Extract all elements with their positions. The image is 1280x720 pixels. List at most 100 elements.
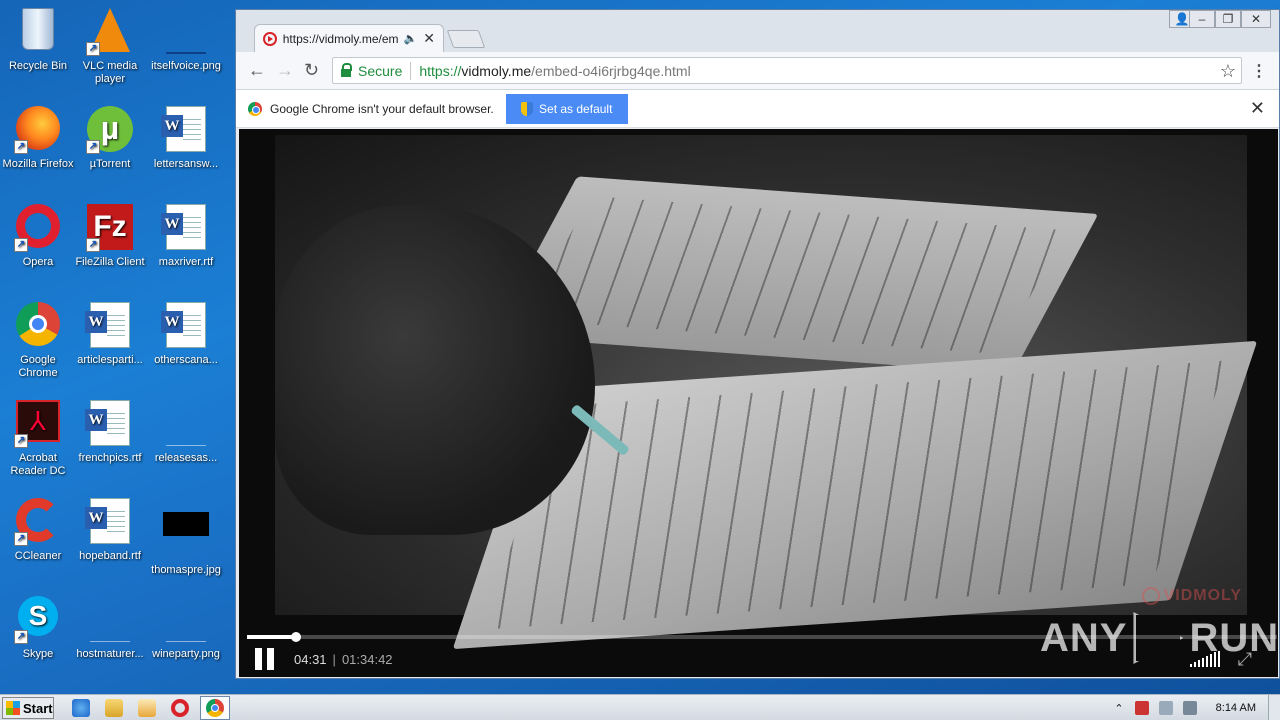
browser-tab[interactable]: https://vidmoly.me/emb 🔈 ✕ (254, 24, 444, 52)
desktop-icon-label: Acrobat Reader DC (10, 452, 66, 477)
start-button[interactable]: Start (2, 697, 54, 719)
window-controls: – ❐ ✕ (1189, 10, 1271, 28)
file-explorer-icon[interactable] (105, 699, 123, 717)
browser-toolbar: ← → ↻ Secure https:// vidmoly.me /embed-… (236, 52, 1279, 90)
chrome-window: https://vidmoly.me/emb 🔈 ✕ 👤 – ❐ ✕ ← → ↻… (235, 9, 1280, 679)
acrobat-icon: ⅄ ↗ (14, 400, 62, 448)
address-bar[interactable]: Secure https:// vidmoly.me /embed-o4i6rj… (332, 57, 1242, 84)
desktop-icon-hostmaturer[interactable]: hostmaturer... (72, 596, 148, 661)
desktop-icon-articlesparti[interactable]: W articlesparti... (72, 302, 148, 367)
url-host: vidmoly.me (461, 62, 532, 79)
address-divider (410, 61, 412, 80)
show-desktop-button[interactable] (1268, 695, 1280, 720)
clock[interactable]: 8:14 AM (1216, 702, 1256, 714)
desktop-icon-otherscana[interactable]: W otherscana... (148, 302, 224, 367)
chrome-taskbar-icon (206, 699, 224, 717)
desktop-icon-firefox[interactable]: ↗ Mozilla Firefox (0, 106, 76, 171)
word-document-icon: W (85, 302, 134, 350)
desktop-icon-filezilla[interactable]: Fz ↗ FileZilla Client (72, 204, 148, 269)
desktop-icon-label: maxriver.rtf (158, 256, 214, 268)
desktop-icon-recycle-bin[interactable]: Recycle Bin (0, 8, 76, 73)
vidmoly-favicon-icon (263, 31, 277, 46)
vidmoly-logo-icon (1141, 587, 1160, 605)
file-icon (162, 400, 210, 448)
action-center-icon[interactable] (1134, 701, 1149, 715)
desktop-icon-thomaspre[interactable]: thomaspre.jpg (148, 498, 224, 577)
desktop-icon-chrome[interactable]: Google Chrome (0, 302, 76, 380)
desktop-icon-label: lettersansw... (153, 158, 219, 170)
pause-button[interactable] (255, 648, 274, 670)
forward-arrow-icon[interactable]: → (276, 60, 294, 81)
word-document-icon: W (161, 106, 210, 154)
default-browser-infobar: Google Chrome isn't your default browser… (236, 90, 1279, 128)
vlc-icon: ↗ (86, 8, 134, 56)
infobar-message: Google Chrome isn't your default browser… (270, 101, 494, 116)
desktop-icon-wineparty[interactable]: wineparty.png (148, 596, 224, 661)
utorrent-icon: µ ↗ (86, 106, 134, 154)
skype-icon: S ↗ (14, 596, 62, 644)
chrome-icon (248, 101, 262, 116)
desktop-icon-label: articlesparti... (77, 354, 143, 366)
desktop-icon-label: frenchpics.rtf (78, 452, 142, 464)
new-tab-button[interactable] (446, 30, 486, 48)
start-label: Start (23, 700, 53, 716)
video-player[interactable]: VIDMOLY 04:31 | 01:34:42 ⤢ (239, 129, 1278, 677)
network-icon[interactable] (1158, 701, 1173, 715)
image-file-icon (162, 8, 210, 56)
desktop-icon-label: FileZilla Client (75, 256, 145, 268)
desktop-icon-label: hopeband.rtf (79, 550, 141, 562)
set-as-default-button[interactable]: Set as default (505, 93, 628, 124)
pause-icon (255, 648, 262, 670)
url-scheme: https:// (419, 62, 462, 79)
desktop-icon-ccleaner[interactable]: ↗ CCleaner (0, 498, 76, 563)
shield-icon (521, 101, 534, 116)
recycle-bin-icon (14, 8, 62, 56)
time-separator: | (332, 651, 336, 667)
set-as-default-label: Set as default (539, 101, 613, 116)
tray-expand-icon[interactable]: ⌃ (1114, 702, 1123, 715)
desktop-icon-utorrent[interactable]: µ ↗ µTorrent (72, 106, 148, 171)
ccleaner-icon: ↗ (14, 498, 62, 546)
desktop-icon-label: otherscana... (154, 354, 218, 366)
windows-logo-icon (6, 701, 20, 715)
desktop-icon-label: Opera (22, 256, 54, 268)
infobar-close-icon[interactable]: ✕ (1250, 98, 1265, 119)
watermark-left: ANY (1040, 615, 1128, 660)
bookmark-star-icon[interactable]: ☆ (1220, 61, 1236, 82)
speaker-icon[interactable]: 🔈 (404, 32, 418, 45)
chrome-taskbar-button[interactable] (200, 696, 230, 720)
minimize-button[interactable]: – (1189, 10, 1215, 28)
lock-icon (341, 62, 352, 77)
close-window-button[interactable]: ✕ (1241, 10, 1271, 28)
desktop-icon-acrobat[interactable]: ⅄ ↗ Acrobat Reader DC (0, 400, 76, 478)
desktop-icon-lettersansw[interactable]: W lettersansw... (148, 106, 224, 171)
desktop-icon-itselfvoice[interactable]: itselfvoice.png (148, 8, 224, 73)
desktop-icon-hopeband[interactable]: W hopeband.rtf (72, 498, 148, 563)
desktop-icon-label: VLC media player (82, 60, 138, 85)
word-document-icon: W (161, 302, 210, 350)
pause-icon (267, 648, 274, 670)
volume-tray-icon[interactable] (1182, 701, 1197, 715)
word-document-icon: W (85, 498, 134, 546)
desktop-icon-label: Skype (22, 648, 54, 660)
back-arrow-icon[interactable]: ← (248, 60, 266, 81)
watermark-right: RUN (1189, 615, 1280, 660)
internet-explorer-icon[interactable] (72, 699, 90, 717)
image-file-icon (162, 512, 210, 560)
tab-close-icon[interactable]: ✕ (423, 30, 435, 47)
desktop-icon-label: CCleaner (14, 550, 62, 562)
desktop-icon-label: Recycle Bin (8, 60, 68, 72)
chrome-menu-icon[interactable]: ⋮ (1251, 61, 1267, 81)
desktop-icon-label: thomaspre.jpg (151, 564, 221, 576)
secure-label: Secure (358, 62, 403, 79)
reload-icon[interactable]: ↻ (304, 60, 319, 81)
desktop-icon-vlc[interactable]: ↗ VLC media player (72, 8, 148, 86)
desktop-icon-opera[interactable]: ↗ Opera (0, 204, 76, 269)
media-player-icon[interactable] (138, 699, 156, 717)
desktop-icon-frenchpics[interactable]: W frenchpics.rtf (72, 400, 148, 465)
restore-button[interactable]: ❐ (1215, 10, 1241, 28)
opera-taskbar-icon[interactable] (171, 699, 189, 717)
desktop-icon-releasesas[interactable]: releasesas... (148, 400, 224, 465)
desktop-icon-skype[interactable]: S ↗ Skype (0, 596, 76, 661)
desktop-icon-maxriver[interactable]: W maxriver.rtf (148, 204, 224, 269)
